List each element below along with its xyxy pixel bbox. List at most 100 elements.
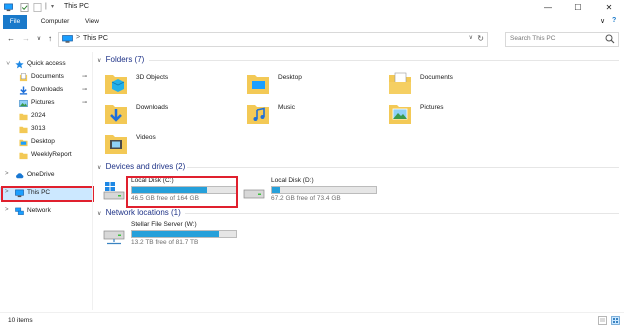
folder-tile-downloads[interactable]: Downloads <box>103 100 243 130</box>
forward-button[interactable]: → <box>20 33 32 45</box>
collapse-chevron-icon[interactable]: ∨ <box>97 165 101 171</box>
drive-tile-d[interactable]: Local Disk (D:) 67.2 GB free of 73.4 GB <box>243 177 393 203</box>
star-icon <box>15 60 24 69</box>
collapse-chevron-icon[interactable]: ∨ <box>97 58 101 64</box>
3d-objects-icon <box>105 75 127 94</box>
search-box[interactable]: Search This PC <box>505 32 619 47</box>
sidebar-item-label: WeeklyReport <box>31 151 72 158</box>
properties-icon[interactable] <box>20 3 29 12</box>
status-bar: 10 items <box>0 312 624 329</box>
sidebar-item-onedrive[interactable]: > OneDrive <box>0 169 92 182</box>
pin-icon: ⊸ <box>82 87 88 93</box>
navigation-bar: ← → ∨ ↑ > This PC ∨ ↻ Search This PC <box>0 29 624 49</box>
expand-chevron-icon[interactable]: > <box>4 61 10 65</box>
address-dropdown-icon[interactable]: ∨ <box>469 34 473 41</box>
music-folder-icon <box>247 105 269 124</box>
details-view-icon[interactable] <box>598 316 607 325</box>
sidebar-item-network[interactable]: > Network <box>0 205 92 218</box>
item-count: 10 items <box>8 317 33 324</box>
drive-usage-fill <box>132 231 220 237</box>
group-header-network[interactable]: ∨ Network locations (1) <box>97 208 181 217</box>
refresh-icon[interactable]: ↻ <box>477 34 484 43</box>
group-header-folders[interactable]: ∨ Folders (7) <box>97 55 144 64</box>
folder-tile-documents[interactable]: Documents <box>387 70 527 100</box>
qat-dropdown-icon[interactable]: ▾ <box>51 3 54 10</box>
sidebar-item-label: Documents <box>31 73 64 80</box>
expand-chevron-icon[interactable]: > <box>5 207 9 213</box>
group-title: Devices and drives (2) <box>105 162 186 171</box>
drive-free-space: 13.2 TB free of 81.7 TB <box>131 239 199 246</box>
collapse-chevron-icon[interactable]: ∨ <box>97 211 101 217</box>
folder-name: Music <box>278 104 295 111</box>
group-divider <box>185 213 619 214</box>
folder-name: Videos <box>136 134 156 141</box>
tab-view[interactable]: View <box>80 15 104 29</box>
this-pc-app-icon <box>4 3 13 12</box>
ribbon: File Computer View ∨ ? <box>0 15 624 30</box>
title-bar: | ▾ This PC — ☐ ✕ <box>0 0 624 15</box>
tab-file[interactable]: File <box>3 15 27 29</box>
pictures-icon <box>19 100 28 107</box>
address-separator: > <box>76 34 81 41</box>
pc-icon <box>62 35 73 43</box>
drive-usage-fill <box>272 187 281 193</box>
folder-tile-music[interactable]: Music <box>245 100 385 130</box>
drive-free-space: 67.2 GB free of 73.4 GB <box>271 195 341 202</box>
folder-icon <box>19 113 28 121</box>
documents-icon <box>19 73 28 82</box>
sidebar-item-2024[interactable]: 2024 <box>0 110 92 123</box>
sidebar-item-3013[interactable]: 3013 <box>0 123 92 136</box>
folder-name: Documents <box>420 74 453 81</box>
highlight-box-this-pc <box>1 186 94 202</box>
group-divider <box>187 167 619 168</box>
sidebar-item-pictures[interactable]: Pictures ⊸ <box>0 97 92 110</box>
desktop-icon <box>19 139 28 147</box>
sidebar-item-downloads[interactable]: Downloads ⊸ <box>0 84 92 97</box>
group-divider <box>149 60 619 61</box>
sidebar-item-quick-access[interactable]: > Quick access <box>0 58 92 71</box>
folder-icon <box>19 152 28 160</box>
folder-tile-desktop[interactable]: Desktop <box>245 70 385 100</box>
sidebar-item-label: Downloads <box>31 86 64 93</box>
sidebar-item-weeklyreport[interactable]: WeeklyReport <box>0 149 92 162</box>
tab-computer[interactable]: Computer <box>37 15 73 29</box>
pictures-folder-icon <box>389 105 411 124</box>
breadcrumb-this-pc[interactable]: This PC <box>83 35 108 42</box>
large-icons-view-icon[interactable] <box>611 316 620 325</box>
network-drive-tile-w[interactable]: Stellar File Server (W:) 13.2 TB free of… <box>103 221 253 247</box>
window-title: This PC <box>64 3 89 10</box>
address-bar[interactable]: > This PC ∨ ↻ <box>58 32 488 47</box>
folder-name: Desktop <box>278 74 302 81</box>
folder-tile-pictures[interactable]: Pictures <box>387 100 527 130</box>
network-icon <box>15 207 24 215</box>
drive-usage-bar <box>131 230 237 238</box>
search-placeholder: Search This PC <box>510 35 556 42</box>
documents-folder-icon <box>389 72 411 94</box>
help-icon[interactable]: ? <box>612 17 616 24</box>
group-title: Folders (7) <box>105 55 145 64</box>
close-button[interactable]: ✕ <box>594 0 624 15</box>
network-drive-icon <box>103 230 125 245</box>
qat-customize-icon[interactable]: | <box>45 3 47 10</box>
group-title: Network locations (1) <box>105 208 181 217</box>
sidebar-item-documents[interactable]: Documents ⊸ <box>0 71 92 84</box>
folder-tile-3d-objects[interactable]: 3D Objects <box>103 70 243 100</box>
folder-tile-videos[interactable]: Videos <box>103 130 243 160</box>
highlight-box-local-disk-c <box>126 176 238 208</box>
sidebar-item-label: Pictures <box>31 99 55 106</box>
ribbon-collapse-icon[interactable]: ∨ <box>600 17 605 25</box>
drive-name: Stellar File Server (W:) <box>131 221 197 228</box>
sidebar-item-desktop[interactable]: Desktop <box>0 136 92 149</box>
back-button[interactable]: ← <box>5 33 17 45</box>
navigation-pane: > Quick access Documents ⊸ Downloads ⊸ P… <box>0 52 92 310</box>
drive-usage-bar <box>271 186 377 194</box>
new-folder-icon[interactable] <box>33 3 42 12</box>
maximize-button[interactable]: ☐ <box>563 0 593 15</box>
group-header-devices[interactable]: ∨ Devices and drives (2) <box>97 162 185 171</box>
up-button[interactable]: ↑ <box>44 33 56 45</box>
cloud-icon <box>16 173 24 179</box>
minimize-button[interactable]: — <box>533 0 563 15</box>
sidebar-item-label: Desktop <box>31 138 55 145</box>
folder-name: Pictures <box>420 104 444 111</box>
expand-chevron-icon[interactable]: > <box>5 171 9 177</box>
